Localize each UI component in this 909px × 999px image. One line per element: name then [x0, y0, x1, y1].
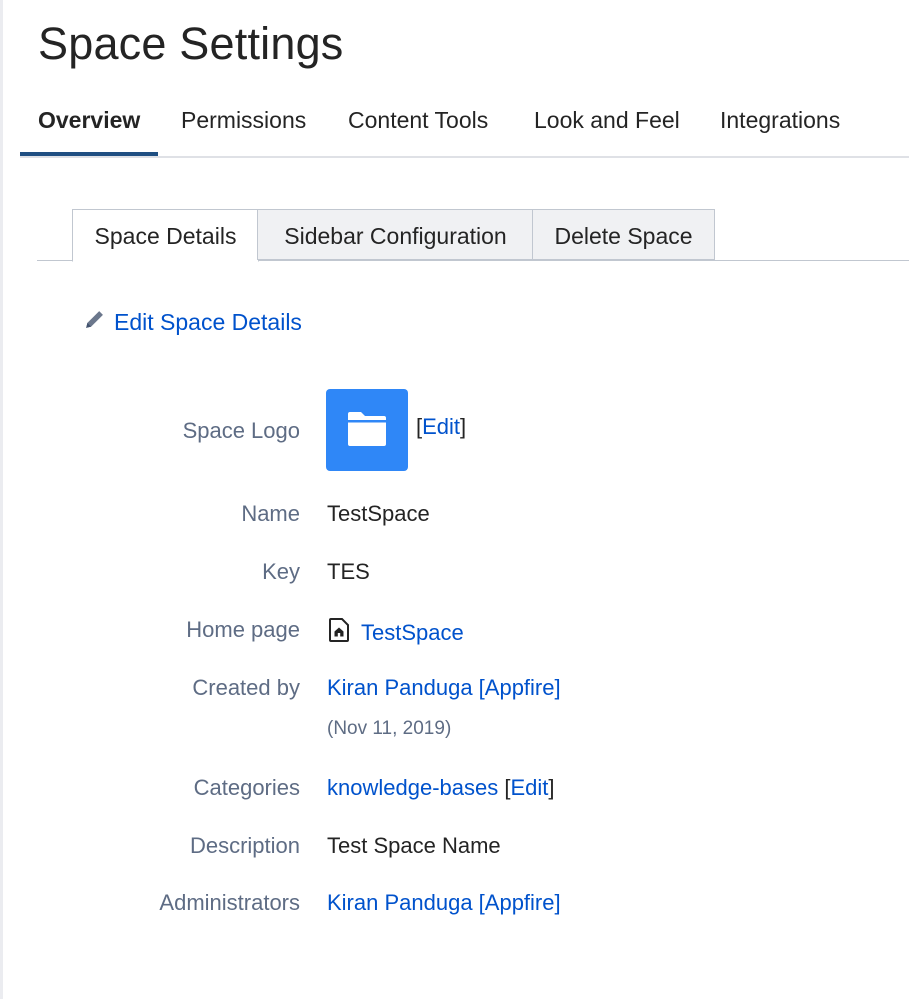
key-value: TES — [327, 559, 370, 584]
space-details-tab-bar: Space Details Sidebar Configuration Dele… — [37, 209, 909, 262]
categories-label: Categories — [193, 775, 300, 800]
tab-permissions[interactable]: Permissions — [181, 98, 306, 154]
description-value: Test Space Name — [327, 833, 501, 858]
home-page-icon — [327, 617, 351, 649]
description-label: Description — [189, 833, 300, 858]
created-by-link[interactable]: Kiran Panduga [Appfire] — [327, 675, 561, 701]
administrators-label: Administrators — [159, 890, 300, 915]
pencil-icon — [82, 307, 107, 337]
home-page-link[interactable]: TestSpace — [361, 620, 464, 645]
space-logo-edit: [Edit] — [416, 414, 467, 439]
subtab-sidebar-configuration[interactable]: Sidebar Configuration — [257, 209, 534, 260]
folder-icon — [345, 410, 389, 453]
categories-edit-link[interactable]: Edit — [510, 775, 548, 800]
tab-overview[interactable]: Overview — [19, 98, 159, 156]
settings-tab-bar: Overview Permissions Content Tools Look … — [19, 98, 909, 158]
tab-look-and-feel[interactable]: Look and Feel — [534, 98, 680, 154]
space-logo-label: Space Logo — [182, 418, 300, 443]
name-label: Name — [241, 501, 300, 526]
page-title: Space Settings — [38, 18, 344, 69]
key-label: Key — [262, 559, 300, 584]
subtab-delete-space[interactable]: Delete Space — [532, 209, 715, 260]
created-date: (Nov 11, 2019) — [327, 718, 452, 739]
edit-space-details-link[interactable]: Edit Space Details — [82, 305, 302, 339]
administrator-link[interactable]: Kiran Panduga [Appfire] — [327, 890, 561, 916]
created-by-label: Created by — [192, 675, 300, 700]
edit-space-details-label: Edit Space Details — [114, 308, 302, 335]
space-logo-edit-link[interactable]: Edit — [422, 414, 460, 439]
category-link[interactable]: knowledge-bases — [327, 775, 498, 800]
space-logo — [326, 389, 408, 471]
subtab-space-details[interactable]: Space Details — [72, 209, 259, 262]
left-border — [0, 0, 3, 999]
categories-value: knowledge-bases [Edit] — [327, 775, 555, 800]
name-value: TestSpace — [327, 501, 430, 526]
tab-integrations[interactable]: Integrations — [720, 98, 840, 154]
home-page-value[interactable]: TestSpace — [327, 617, 464, 649]
home-page-label: Home page — [186, 617, 300, 642]
tab-content-tools[interactable]: Content Tools — [348, 98, 488, 154]
